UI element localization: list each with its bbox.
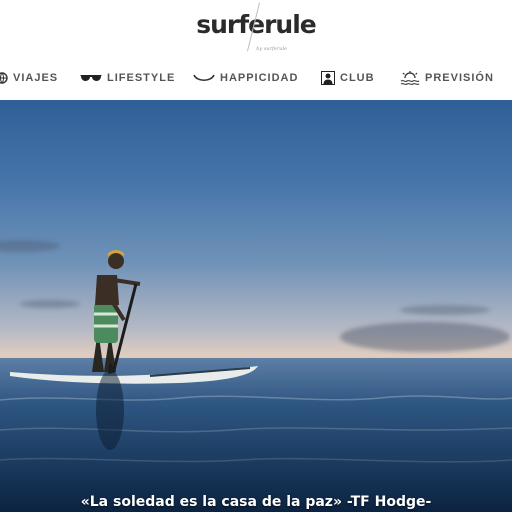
logo[interactable]: surferule by surferule (0, 2, 512, 52)
site-header: surferule by surferule VIAJES LIFESTYLE … (0, 0, 512, 100)
sun-wave-icon (400, 71, 420, 85)
nav-label: PREVISIÓN (425, 72, 494, 84)
main-nav: VIAJES LIFESTYLE HAPPICIDAD CLUB PREVISI… (0, 66, 512, 90)
hero-image[interactable]: «La soledad es la casa de la paz» -TF Ho… (0, 100, 512, 512)
nav-item-happicidad[interactable]: HAPPICIDAD (193, 66, 298, 90)
nav-label: VIAJES (13, 72, 59, 84)
hero-caption: «La soledad es la casa de la paz» -TF Ho… (80, 494, 432, 510)
nav-item-club[interactable]: CLUB (321, 66, 375, 90)
nav-label: CLUB (340, 72, 375, 84)
nav-label: LIFESTYLE (107, 72, 176, 84)
sunglasses-icon (80, 75, 102, 81)
globe-icon (0, 72, 8, 84)
nav-label: HAPPICIDAD (220, 72, 299, 84)
nav-item-prevision[interactable]: PREVISIÓN (400, 66, 494, 90)
nav-item-viajes[interactable]: VIAJES (0, 66, 58, 90)
smile-icon (193, 74, 215, 82)
logo-tagline: by surferule (256, 46, 288, 52)
paddleboarder-illustration (0, 250, 512, 512)
nav-item-lifestyle[interactable]: LIFESTYLE (80, 66, 175, 90)
person-card-icon (321, 71, 335, 85)
logo-text[interactable]: surferule by surferule (196, 2, 317, 52)
